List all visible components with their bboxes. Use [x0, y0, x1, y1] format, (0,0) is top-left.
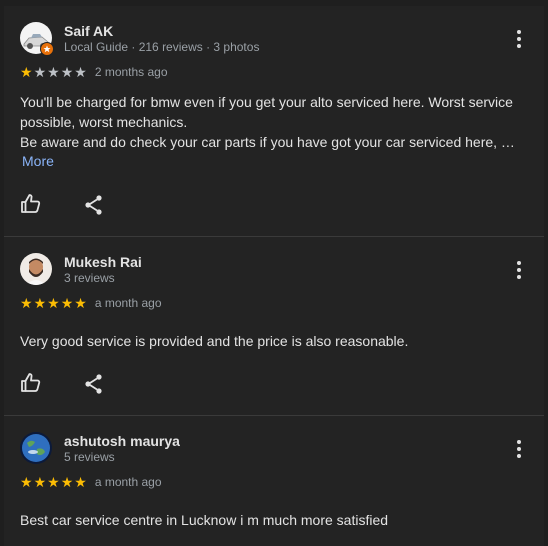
- review-text-line: Best car service centre in Lucknow i m m…: [20, 512, 389, 528]
- more-vert-icon[interactable]: [509, 28, 529, 50]
- local-guide-badge-icon: [40, 42, 54, 56]
- thumbs-up-icon[interactable]: [19, 371, 43, 395]
- share-icon[interactable]: [82, 193, 106, 217]
- rating-row: ★ ★ ★ ★ ★ 2 months ago: [20, 65, 168, 79]
- earth-globe-photo-avatar-icon: [20, 432, 52, 464]
- review-text-line: You'll be charged for bmw even if you ge…: [20, 94, 513, 110]
- rating-row: ★ ★ ★ ★ ★ a month ago: [20, 296, 162, 310]
- avatar[interactable]: [20, 253, 52, 285]
- star-icon: ★: [60, 474, 74, 490]
- star-rating: ★ ★ ★ ★ ★: [20, 65, 87, 79]
- thumbs-up-icon[interactable]: [19, 192, 43, 216]
- more-link[interactable]: More: [22, 153, 54, 169]
- review-text-line: possible, worst mechanics.: [20, 114, 188, 130]
- star-icon: ★: [20, 295, 33, 311]
- reviewer-meta: Local Guide · 216 reviews · 3 photos: [64, 40, 260, 54]
- star-icon: ★: [47, 295, 60, 311]
- star-icon: ★: [33, 474, 47, 490]
- review-text: Very good service is provided and the pr…: [20, 331, 528, 351]
- rating-row: ★ ★ ★ ★ ★ a month ago: [20, 475, 162, 489]
- star-icon: ★: [74, 64, 87, 80]
- star-icon: ★: [33, 295, 47, 311]
- star-icon: ★: [47, 474, 60, 490]
- more-vert-icon[interactable]: [509, 438, 529, 460]
- star-icon: ★: [74, 474, 87, 490]
- review-card: ashutosh maurya 5 reviews ★ ★ ★ ★ ★ a month …: [4, 416, 544, 546]
- star-rating: ★ ★ ★ ★ ★: [20, 475, 87, 489]
- review-time: a month ago: [94, 296, 162, 310]
- more-vert-icon[interactable]: [509, 259, 529, 281]
- reviews-panel: Saif AK Local Guide · 216 reviews · 3 ph…: [4, 6, 544, 546]
- review-text-line: Very good service is provided and the pr…: [20, 333, 409, 349]
- review-card: Mukesh Rai 3 reviews ★ ★ ★ ★ ★ a month ago V…: [4, 237, 544, 415]
- star-icon: ★: [20, 474, 33, 490]
- star-icon: ★: [20, 64, 33, 80]
- share-icon[interactable]: [82, 372, 106, 396]
- review-card: Saif AK Local Guide · 216 reviews · 3 ph…: [4, 6, 544, 236]
- review-text: You'll be charged for bmw even if you ge…: [20, 92, 528, 152]
- star-icon: ★: [33, 64, 47, 80]
- reviewer-meta: 5 reviews: [64, 450, 115, 464]
- star-icon: ★: [47, 64, 60, 80]
- reviewer-meta: 3 reviews: [64, 271, 115, 285]
- star-icon: ★: [60, 295, 74, 311]
- bearded-man-photo-avatar-icon: [20, 253, 52, 285]
- review-time: 2 months ago: [94, 65, 168, 79]
- review-text-line: Be aware and do check your car parts if …: [20, 134, 515, 150]
- star-rating: ★ ★ ★ ★ ★: [20, 296, 87, 310]
- review-time: a month ago: [94, 475, 162, 489]
- reviewer-name[interactable]: Saif AK: [64, 23, 113, 39]
- review-text: Best car service centre in Lucknow i m m…: [20, 510, 528, 530]
- avatar[interactable]: [20, 432, 52, 464]
- star-icon: ★: [74, 295, 87, 311]
- reviewer-name[interactable]: Mukesh Rai: [64, 254, 142, 270]
- star-icon: ★: [60, 64, 74, 80]
- reviewer-name[interactable]: ashutosh maurya: [64, 433, 180, 449]
